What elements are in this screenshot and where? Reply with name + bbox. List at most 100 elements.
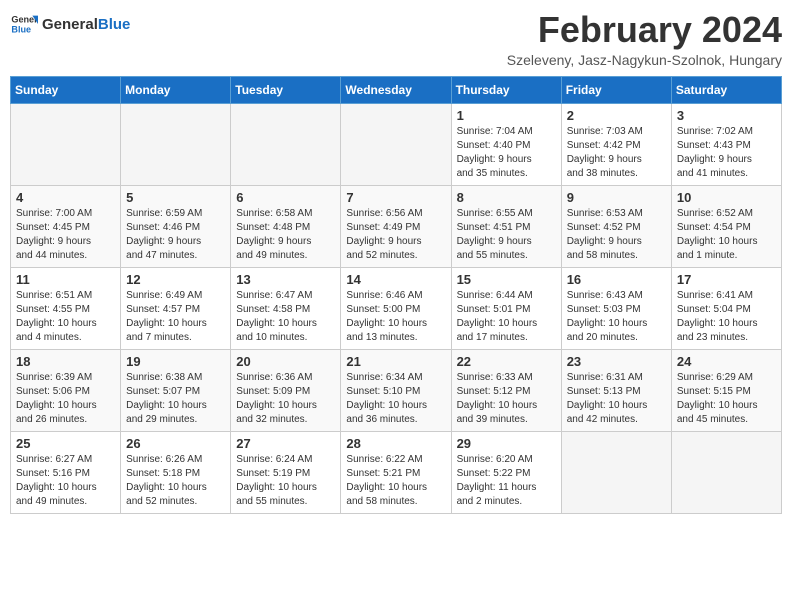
day-number: 3 <box>677 108 776 123</box>
day-number: 16 <box>567 272 666 287</box>
calendar-cell <box>341 103 451 185</box>
header-day-sunday: Sunday <box>11 76 121 103</box>
calendar-week-row: 4 Sunrise: 7:00 AM Sunset: 4:45 PM Daylig… <box>11 185 782 267</box>
calendar-cell: 2 Sunrise: 7:03 AM Sunset: 4:42 PM Daylig… <box>561 103 671 185</box>
day-info: Sunrise: 6:36 AM Sunset: 5:09 PM Dayligh… <box>236 371 335 427</box>
day-info: Sunrise: 6:33 AM Sunset: 5:12 PM Dayligh… <box>457 371 556 427</box>
calendar-cell: 10 Sunrise: 6:52 AM Sunset: 4:54 PM Dayli… <box>671 185 781 267</box>
calendar-cell: 1Sunrise: 7:04 AM Sunset: 4:40 PM Daylig… <box>451 103 561 185</box>
header-day-saturday: Saturday <box>671 76 781 103</box>
calendar-cell: 5 Sunrise: 6:59 AM Sunset: 4:46 PM Daylig… <box>121 185 231 267</box>
day-info: Sunrise: 7:03 AM Sunset: 4:42 PM Dayligh… <box>567 125 666 181</box>
calendar-cell: 20 Sunrise: 6:36 AM Sunset: 5:09 PM Dayli… <box>231 349 341 431</box>
day-number: 20 <box>236 354 335 369</box>
calendar-week-row: 11 Sunrise: 6:51 AM Sunset: 4:55 PM Dayli… <box>11 267 782 349</box>
page-header: General Blue GeneralBlue February 2024 S… <box>10 10 782 68</box>
calendar-cell: 11 Sunrise: 6:51 AM Sunset: 4:55 PM Dayli… <box>11 267 121 349</box>
day-info: Sunrise: 6:58 AM Sunset: 4:48 PM Dayligh… <box>236 207 335 263</box>
header-day-friday: Friday <box>561 76 671 103</box>
day-number: 15 <box>457 272 556 287</box>
calendar-cell: 16 Sunrise: 6:43 AM Sunset: 5:03 PM Dayli… <box>561 267 671 349</box>
title-area: February 2024 Szeleveny, Jasz-Nagykun-Sz… <box>507 10 782 68</box>
day-number: 7 <box>346 190 445 205</box>
day-number: 19 <box>126 354 225 369</box>
day-info: Sunrise: 6:59 AM Sunset: 4:46 PM Dayligh… <box>126 207 225 263</box>
header-day-tuesday: Tuesday <box>231 76 341 103</box>
calendar-week-row: 25 Sunrise: 6:27 AM Sunset: 5:16 PM Dayli… <box>11 431 782 513</box>
day-number: 1 <box>457 108 556 123</box>
calendar-cell: 17 Sunrise: 6:41 AM Sunset: 5:04 PM Dayli… <box>671 267 781 349</box>
day-number: 24 <box>677 354 776 369</box>
logo-icon: General Blue <box>10 10 38 38</box>
day-info: Sunrise: 6:43 AM Sunset: 5:03 PM Dayligh… <box>567 289 666 345</box>
day-number: 9 <box>567 190 666 205</box>
calendar-cell: 6 Sunrise: 6:58 AM Sunset: 4:48 PM Daylig… <box>231 185 341 267</box>
calendar-cell: 19 Sunrise: 6:38 AM Sunset: 5:07 PM Dayli… <box>121 349 231 431</box>
day-info: Sunrise: 6:34 AM Sunset: 5:10 PM Dayligh… <box>346 371 445 427</box>
day-info: Sunrise: 6:55 AM Sunset: 4:51 PM Dayligh… <box>457 207 556 263</box>
calendar-header-row: SundayMondayTuesdayWednesdayThursdayFrid… <box>11 76 782 103</box>
day-number: 18 <box>16 354 115 369</box>
day-number: 11 <box>16 272 115 287</box>
calendar-cell: 12 Sunrise: 6:49 AM Sunset: 4:57 PM Dayli… <box>121 267 231 349</box>
calendar-cell: 14 Sunrise: 6:46 AM Sunset: 5:00 PM Dayli… <box>341 267 451 349</box>
day-number: 21 <box>346 354 445 369</box>
day-info: Sunrise: 6:51 AM Sunset: 4:55 PM Dayligh… <box>16 289 115 345</box>
header-day-monday: Monday <box>121 76 231 103</box>
calendar-cell: 26 Sunrise: 6:26 AM Sunset: 5:18 PM Dayli… <box>121 431 231 513</box>
day-number: 23 <box>567 354 666 369</box>
day-info: Sunrise: 6:47 AM Sunset: 4:58 PM Dayligh… <box>236 289 335 345</box>
day-number: 12 <box>126 272 225 287</box>
day-info: Sunrise: 6:56 AM Sunset: 4:49 PM Dayligh… <box>346 207 445 263</box>
day-info: Sunrise: 7:00 AM Sunset: 4:45 PM Dayligh… <box>16 207 115 263</box>
day-number: 4 <box>16 190 115 205</box>
calendar-cell: 9 Sunrise: 6:53 AM Sunset: 4:52 PM Daylig… <box>561 185 671 267</box>
day-info: Sunrise: 6:38 AM Sunset: 5:07 PM Dayligh… <box>126 371 225 427</box>
day-number: 22 <box>457 354 556 369</box>
day-info: Sunrise: 6:41 AM Sunset: 5:04 PM Dayligh… <box>677 289 776 345</box>
calendar-cell: 15Sunrise: 6:44 AM Sunset: 5:01 PM Dayli… <box>451 267 561 349</box>
day-info: Sunrise: 6:20 AM Sunset: 5:22 PM Dayligh… <box>457 453 556 509</box>
header-day-thursday: Thursday <box>451 76 561 103</box>
day-info: Sunrise: 6:39 AM Sunset: 5:06 PM Dayligh… <box>16 371 115 427</box>
calendar-cell: 18 Sunrise: 6:39 AM Sunset: 5:06 PM Dayli… <box>11 349 121 431</box>
day-number: 25 <box>16 436 115 451</box>
day-info: Sunrise: 6:53 AM Sunset: 4:52 PM Dayligh… <box>567 207 666 263</box>
day-info: Sunrise: 6:22 AM Sunset: 5:21 PM Dayligh… <box>346 453 445 509</box>
logo-blue-text: Blue <box>98 16 131 33</box>
day-info: Sunrise: 6:26 AM Sunset: 5:18 PM Dayligh… <box>126 453 225 509</box>
day-number: 13 <box>236 272 335 287</box>
calendar-body: 1Sunrise: 7:04 AM Sunset: 4:40 PM Daylig… <box>11 103 782 513</box>
svg-text:Blue: Blue <box>11 24 31 34</box>
day-number: 6 <box>236 190 335 205</box>
calendar-cell <box>121 103 231 185</box>
calendar-cell: 4 Sunrise: 7:00 AM Sunset: 4:45 PM Daylig… <box>11 185 121 267</box>
calendar-cell: 3Sunrise: 7:02 AM Sunset: 4:43 PM Daylig… <box>671 103 781 185</box>
calendar-cell: 22 Sunrise: 6:33 AM Sunset: 5:12 PM Dayli… <box>451 349 561 431</box>
day-info: Sunrise: 6:49 AM Sunset: 4:57 PM Dayligh… <box>126 289 225 345</box>
day-info: Sunrise: 6:46 AM Sunset: 5:00 PM Dayligh… <box>346 289 445 345</box>
day-number: 2 <box>567 108 666 123</box>
day-number: 14 <box>346 272 445 287</box>
day-info: Sunrise: 6:24 AM Sunset: 5:19 PM Dayligh… <box>236 453 335 509</box>
logo: General Blue GeneralBlue <box>10 10 130 38</box>
calendar-cell: 28 Sunrise: 6:22 AM Sunset: 5:21 PM Dayli… <box>341 431 451 513</box>
calendar-cell: 27Sunrise: 6:24 AM Sunset: 5:19 PM Dayli… <box>231 431 341 513</box>
day-info: Sunrise: 6:31 AM Sunset: 5:13 PM Dayligh… <box>567 371 666 427</box>
day-number: 29 <box>457 436 556 451</box>
calendar-cell: 21 Sunrise: 6:34 AM Sunset: 5:10 PM Dayli… <box>341 349 451 431</box>
day-number: 26 <box>126 436 225 451</box>
day-info: Sunrise: 6:29 AM Sunset: 5:15 PM Dayligh… <box>677 371 776 427</box>
day-number: 17 <box>677 272 776 287</box>
day-number: 5 <box>126 190 225 205</box>
calendar-subtitle: Szeleveny, Jasz-Nagykun-Szolnok, Hungary <box>507 52 782 68</box>
calendar-cell <box>561 431 671 513</box>
calendar-cell: 25 Sunrise: 6:27 AM Sunset: 5:16 PM Dayli… <box>11 431 121 513</box>
day-info: Sunrise: 6:52 AM Sunset: 4:54 PM Dayligh… <box>677 207 776 263</box>
day-info: Sunrise: 6:27 AM Sunset: 5:16 PM Dayligh… <box>16 453 115 509</box>
calendar-cell: 13 Sunrise: 6:47 AM Sunset: 4:58 PM Dayli… <box>231 267 341 349</box>
calendar-cell <box>671 431 781 513</box>
logo-general-text: General <box>42 16 98 33</box>
day-number: 28 <box>346 436 445 451</box>
day-number: 10 <box>677 190 776 205</box>
